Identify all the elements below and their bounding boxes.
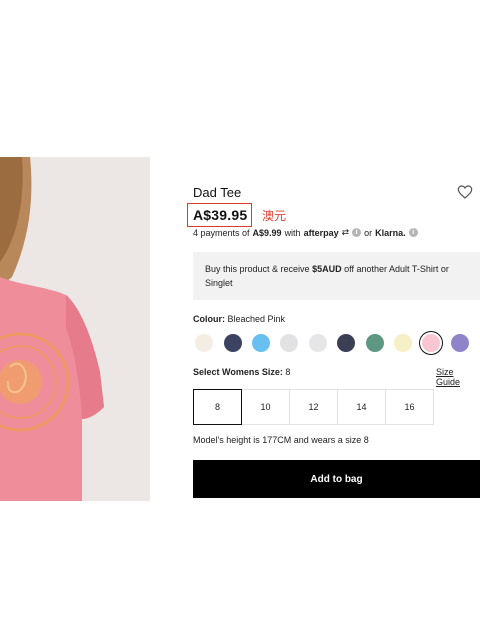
colour-swatch[interactable]: [224, 334, 242, 352]
colour-swatch[interactable]: [366, 334, 384, 352]
colour-swatch[interactable]: [309, 334, 327, 352]
product-title: Dad Tee: [193, 185, 242, 200]
size-option[interactable]: 16: [385, 389, 434, 425]
size-value: 8: [285, 367, 291, 377]
size-selector: 8 10 12 14 16: [193, 389, 434, 425]
colour-value: Bleached Pink: [227, 314, 286, 324]
afterpay-logo: afterpay: [303, 227, 339, 238]
product-image: [0, 157, 150, 501]
add-to-bag-button[interactable]: Add to bag: [193, 460, 480, 498]
installments-or: or: [364, 227, 373, 238]
promo-prefix: Buy this product & receive: [205, 264, 310, 274]
size-option[interactable]: 12: [289, 389, 338, 425]
heart-icon[interactable]: [457, 184, 473, 200]
klarna-info-icon[interactable]: i: [408, 228, 418, 237]
size-option[interactable]: 10: [241, 389, 290, 425]
model-size-note: Model's height is 177CM and wears a size…: [193, 435, 369, 445]
product-price: A$39.95: [193, 207, 248, 223]
colour-swatch[interactable]: [195, 334, 213, 352]
promo-highlight: $5AUD: [312, 264, 342, 274]
size-label: Select Womens Size: 8: [193, 367, 290, 377]
price-currency-note: 澳元: [262, 209, 287, 223]
size-option[interactable]: 8: [193, 389, 242, 425]
colour-swatches: [193, 332, 480, 354]
promo-banner: Buy this product & receive $5AUD off ano…: [193, 252, 480, 300]
installments-with: with: [284, 227, 301, 238]
klarna-logo: Klarna.: [375, 227, 406, 238]
afterpay-info-icon[interactable]: i: [352, 228, 362, 237]
colour-swatch[interactable]: [337, 334, 355, 352]
colour-label-key: Colour:: [193, 314, 225, 324]
installment-amount: A$9.99: [252, 227, 282, 238]
colour-label: Colour: Bleached Pink: [193, 314, 285, 324]
installments-prefix: 4 payments of: [193, 227, 250, 238]
colour-swatch[interactable]: [280, 334, 298, 352]
size-guide-link[interactable]: Size Guide: [436, 367, 480, 387]
colour-swatch-selected[interactable]: [422, 334, 440, 352]
size-option[interactable]: 14: [337, 389, 386, 425]
colour-swatch[interactable]: [451, 334, 469, 352]
colour-swatch[interactable]: [394, 334, 412, 352]
size-label-key: Select Womens Size:: [193, 367, 283, 377]
installments-line: 4 payments of A$9.99 with afterpay ⇄ i o…: [193, 227, 418, 238]
colour-swatch[interactable]: [252, 334, 270, 352]
afterpay-link-icon: ⇄: [341, 227, 350, 237]
